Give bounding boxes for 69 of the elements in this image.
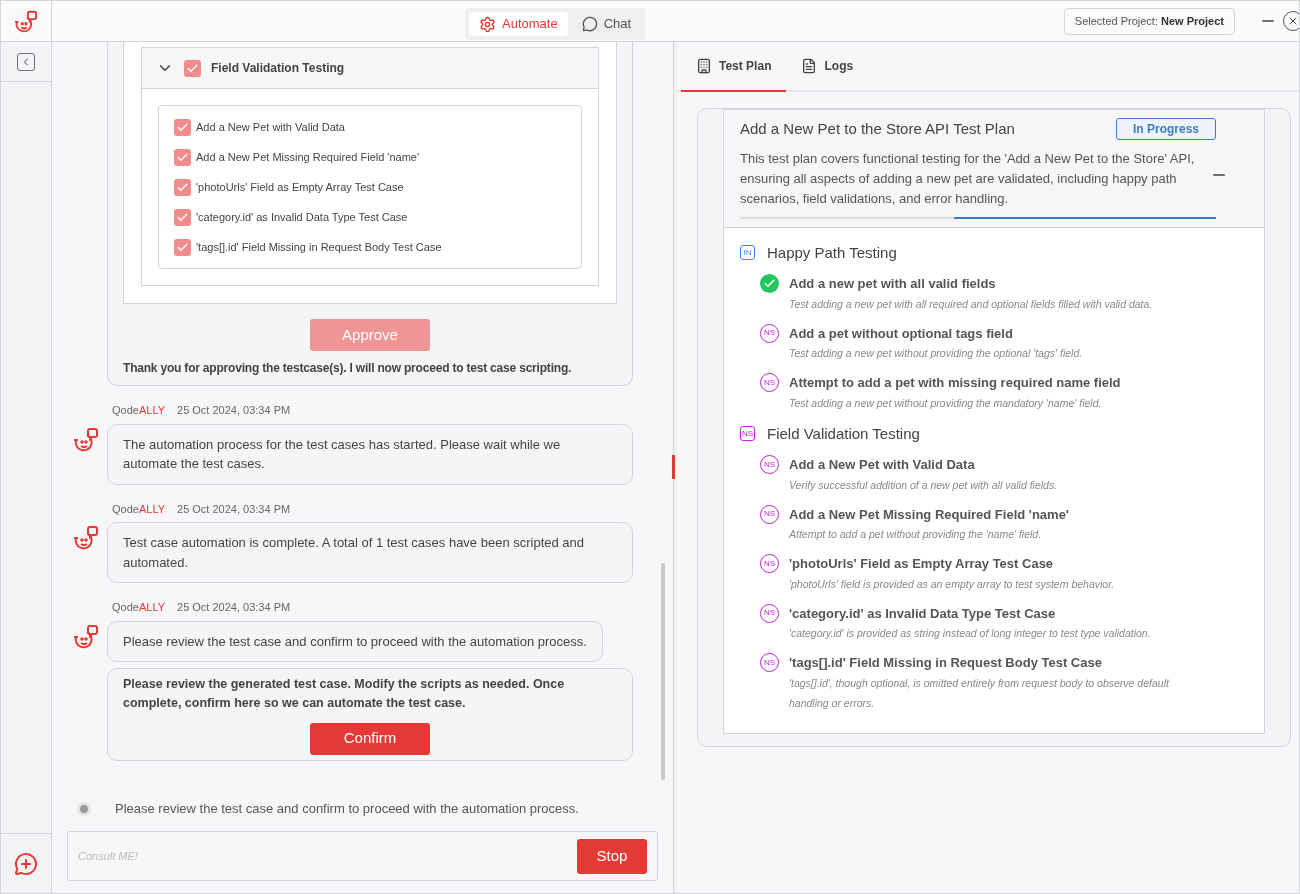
building-icon [696, 58, 712, 74]
case-label: 'category.id' as Invalid Data Type Test Case [196, 209, 408, 225]
sender-name: QodeALLY [112, 600, 165, 615]
case-title: 'tags[].id' Field Missing in Request Body Test Case [789, 654, 1103, 672]
case-description: Attempt to add a pet without providing the 'name' field. [789, 527, 1043, 542]
case-description: Test adding a new pet without providing the optional 'tags' field. [789, 346, 1083, 361]
case-title: Add a New Pet Missing Required Field 'name' [789, 505, 1069, 524]
checkbox[interactable] [174, 118, 191, 136]
sender-name: QodeALLY [112, 403, 165, 418]
group-title: Happy Path Testing [767, 242, 897, 263]
mode-tab[interactable]: Automate [469, 12, 568, 36]
robot-logo-icon [73, 622, 99, 649]
group-status-badge: NS [740, 426, 755, 442]
message-bubble: Please review the test case and confirm to proceed with the automation process. [107, 620, 603, 662]
collapse-button[interactable] [17, 52, 35, 71]
robot-logo-icon [14, 9, 38, 33]
plan-title: Add a New Pet to the Store API Test Plan [740, 119, 1015, 139]
checkbox[interactable] [174, 208, 191, 226]
panel-tab[interactable]: Logs [786, 42, 869, 92]
checkbox[interactable] [174, 178, 191, 196]
scrollbar-thumb[interactable] [661, 563, 665, 780]
stop-button[interactable]: Stop [577, 838, 647, 874]
case-title: Add a pet without optional tags field [789, 324, 1014, 343]
case-title: Add a New Pet with Valid Data [789, 456, 976, 474]
checkbox[interactable] [184, 59, 201, 77]
robot-logo-icon [73, 524, 99, 550]
mode-tab[interactable]: Chat [571, 12, 642, 36]
checkbox[interactable] [174, 148, 191, 166]
case-title: Attempt to add a pet with missing required name field [789, 374, 1121, 392]
group-status-badge: IN [740, 245, 755, 261]
case-description: 'photoUrls' field is provided as an empty array to test system behavior. [789, 576, 1115, 592]
case-description: 'tags[].id', though optional, is omitted entirely from request body to observe default handling or errors. [789, 675, 1171, 711]
message-text: Thank you for approving the testcase(s). I will now proceed to test case scripting. [123, 360, 573, 377]
group-title: Field Validation Testing [767, 423, 920, 444]
panel-tab[interactable]: Test Plan [681, 42, 787, 92]
case-description: Verify successful addition of a new pet with all valid fields. [789, 477, 1058, 493]
chat-icon [581, 16, 598, 32]
case-title: 'category.id' as Invalid Data Type Test Case [789, 604, 1057, 623]
message-bubble: Test case automation is complete. A total of 1 test cases have been scripted and automated. [107, 522, 633, 583]
confirm-button[interactable]: Confirm [310, 722, 430, 755]
case-description: Test adding a new pet without providing the mandatory 'name' field. [789, 395, 1103, 411]
case-description: 'category.id' is provided as string instead of long integer to test type validation. [789, 626, 1151, 641]
case-title: 'photoUrls' Field as Empty Array Test Case [789, 555, 1055, 573]
robot-logo-icon [73, 425, 99, 452]
group-title: Field Validation Testing [211, 60, 345, 77]
status-badge: In Progress [1116, 118, 1216, 141]
gear-icon [479, 15, 496, 33]
plan-description: This test plan covers functional testing for the 'Add a New Pet to the Store' API, ensuring all aspects of adding a new pet are validated, including happy path scenarios, field validations, and error handling. [740, 149, 1196, 208]
message-input[interactable]: Consult ME! Stop [67, 831, 658, 881]
resize-handle[interactable] [672, 455, 675, 479]
case-label: Add a New Pet with Valid Data [196, 119, 345, 135]
case-label: 'tags[].id' Field Missing in Request Body Test Case [196, 239, 442, 255]
timestamp: 25 Oct 2024, 03:34 PM [177, 600, 291, 615]
status-indicator-icon [77, 802, 91, 816]
case-description: Test adding a new pet with all required and optional fields filled with valid data. [789, 296, 1153, 312]
timestamp: 25 Oct 2024, 03:34 PM [177, 501, 291, 517]
case-title: Add a new pet with all valid fields [789, 275, 997, 293]
case-label: Add a New Pet Missing Required Field 'name' [196, 149, 420, 165]
close-icon [1287, 15, 1299, 27]
project-selector[interactable]: Selected Project: New Project [1063, 7, 1235, 35]
case-label: 'photoUrls' Field as Empty Array Test Case [196, 179, 404, 195]
new-chat-icon[interactable] [14, 851, 38, 876]
message-text: Please review the generated test case. Modify the scripts as needed. Once complete, confirm here so we can automate the test case. [123, 676, 566, 712]
sender-name: QodeALLY [112, 501, 165, 517]
message-bubble: The automation process for the test cases has started. Please wait while we automate the test cases. [107, 423, 633, 485]
document-icon [801, 58, 818, 74]
timestamp: 25 Oct 2024, 03:34 PM [177, 403, 291, 418]
checkbox[interactable] [174, 238, 191, 256]
status-text: Please review the test case and confirm to proceed with the automation process. [115, 800, 579, 819]
